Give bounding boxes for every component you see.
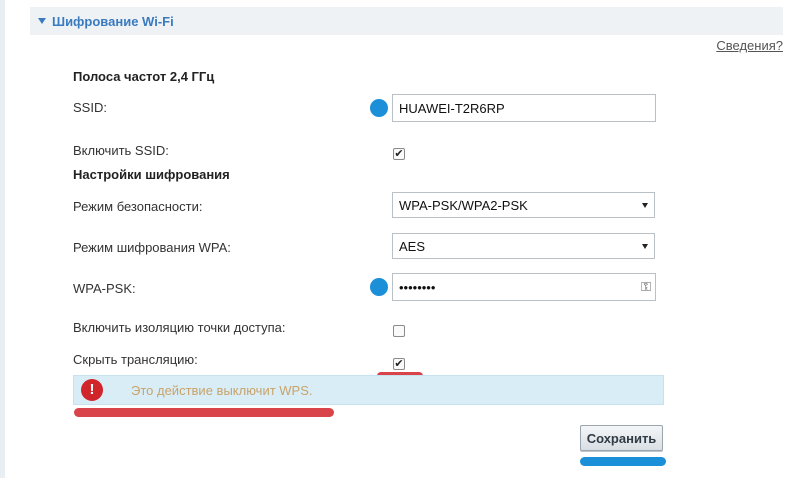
wifi-encryption-page: Шифрование Wi-Fi Сведения? Полоса частот… (0, 0, 800, 478)
collapse-triangle-icon (38, 18, 46, 24)
blue-highlight-mark (580, 457, 666, 466)
wpa-psk-input[interactable]: •••••••• ⚿ (392, 273, 656, 301)
band-heading: Полоса частот 2,4 ГГц (73, 69, 215, 84)
encryption-heading: Настройки шифрования (73, 167, 230, 182)
enable-ssid-checkbox[interactable]: ✔ (393, 148, 405, 160)
section-header[interactable]: Шифрование Wi-Fi (30, 7, 783, 35)
hide-broadcast-checkbox[interactable]: ✔ (393, 358, 405, 370)
ssid-label: SSID: (73, 100, 107, 115)
enable-ssid-label: Включить SSID: (73, 143, 169, 158)
ssid-value: HUAWEI-T2R6RP (399, 100, 505, 116)
dropdown-arrow-icon (642, 243, 648, 249)
marker-dot-icon (370, 99, 388, 117)
section-title: Шифрование Wi-Fi (52, 13, 174, 29)
wps-warning-banner: ! Это действие выключит WPS. (73, 375, 664, 405)
wpa-mode-value: AES (399, 238, 426, 254)
ap-isolation-checkbox[interactable] (393, 325, 405, 337)
marker-dot-icon (370, 278, 388, 296)
warning-text: Это действие выключит WPS. (131, 382, 313, 398)
help-link[interactable]: Сведения? (716, 38, 783, 53)
dropdown-arrow-icon (642, 202, 648, 208)
wpa-psk-value: •••••••• (399, 279, 436, 295)
wpa-mode-select[interactable]: AES (392, 233, 655, 259)
security-mode-value: WPA-PSK/WPA2-PSK (399, 197, 528, 213)
security-mode-label: Режим безопасности: (73, 199, 203, 214)
wpa-psk-label: WPA-PSK: (73, 281, 136, 296)
ap-isolation-label: Включить изоляцию точки доступа: (73, 320, 286, 335)
hide-broadcast-label: Скрыть трансляцию: (73, 352, 198, 367)
warning-icon: ! (81, 379, 103, 401)
wpa-mode-label: Режим шифрования WPA: (73, 240, 231, 255)
save-button[interactable]: Сохранить (580, 425, 663, 451)
left-border (0, 0, 5, 478)
key-icon[interactable]: ⚿ (641, 279, 651, 295)
ssid-input[interactable]: HUAWEI-T2R6RP (392, 94, 656, 122)
security-mode-select[interactable]: WPA-PSK/WPA2-PSK (392, 192, 655, 218)
red-highlight-mark (74, 408, 334, 417)
